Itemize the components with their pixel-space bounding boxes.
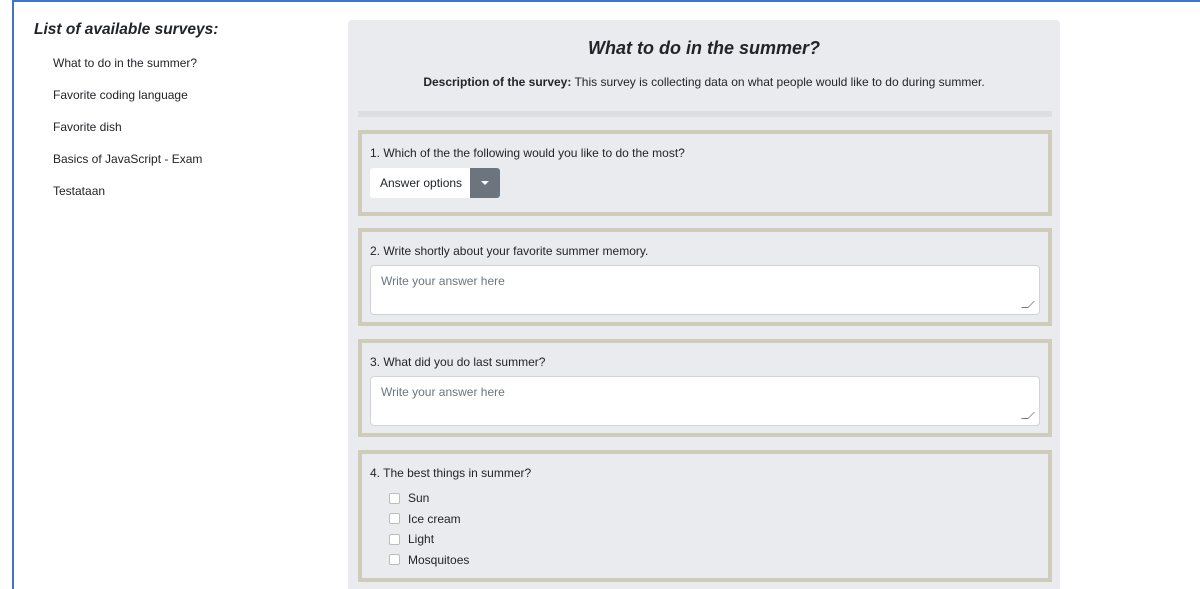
question-2: 2. Write shortly about your favorite sum…: [358, 228, 1052, 326]
checkbox[interactable]: [389, 554, 400, 566]
answer-options-dropdown[interactable]: Answer options: [370, 168, 501, 198]
checkbox[interactable]: [389, 533, 400, 545]
checkbox-option-sun[interactable]: Sun: [389, 488, 469, 509]
description-label: Description of the survey:: [423, 75, 572, 89]
sidebar-item-testataan[interactable]: Testataan: [53, 184, 105, 198]
question-4-text: 4. The best things in summer?: [370, 466, 532, 480]
question-3: 3. What did you do last summer? Write yo…: [358, 339, 1052, 437]
survey-description: Description of the survey: This survey i…: [348, 75, 1060, 89]
description-text: This survey is collecting data on what p…: [571, 75, 985, 89]
answer-textarea-2[interactable]: Write your answer here: [370, 265, 1040, 315]
checkbox-label: Ice cream: [408, 511, 461, 526]
caret-down-icon: [481, 181, 490, 185]
checkbox-label: Mosquitoes: [408, 552, 470, 567]
survey-panel: What to do in the summer? Description of…: [348, 20, 1060, 589]
checkbox-option-light[interactable]: Light: [389, 529, 469, 550]
survey-title: What to do in the summer?: [588, 38, 820, 58]
checkbox-option-ice-cream[interactable]: Ice cream: [389, 509, 469, 530]
checkbox-list: Sun Ice cream Light Mosquitoes: [389, 488, 469, 570]
sidebar-title: List of available surveys:: [34, 21, 219, 38]
title-divider: [358, 111, 1052, 117]
sidebar-item-dish[interactable]: Favorite dish: [53, 120, 122, 134]
sidebar-item-coding-language[interactable]: Favorite coding language: [53, 88, 188, 102]
question-1: 1. Which of the the following would you …: [358, 130, 1052, 216]
answer-textarea-3[interactable]: Write your answer here: [370, 376, 1040, 426]
question-3-text: 3. What did you do last summer?: [370, 355, 546, 369]
survey-sidebar: List of available surveys: What to do in…: [34, 20, 334, 198]
sidebar-item-summer[interactable]: What to do in the summer?: [53, 56, 197, 70]
question-2-text: 2. Write shortly about your favorite sum…: [370, 244, 649, 258]
checkbox-option-mosquitoes[interactable]: Mosquitoes: [389, 550, 469, 571]
checkbox-label: Light: [408, 532, 435, 547]
question-4: 4. The best things in summer? Sun Ice cr…: [358, 450, 1052, 582]
checkbox-label: Sun: [408, 491, 430, 506]
checkbox[interactable]: [389, 513, 400, 525]
question-1-text: 1. Which of the the following would you …: [370, 146, 685, 160]
dropdown-toggle-button[interactable]: [470, 168, 501, 198]
dropdown-label[interactable]: Answer options: [370, 176, 470, 190]
sidebar-item-javascript-exam[interactable]: Basics of JavaScript - Exam: [53, 152, 202, 166]
checkbox[interactable]: [389, 492, 400, 504]
